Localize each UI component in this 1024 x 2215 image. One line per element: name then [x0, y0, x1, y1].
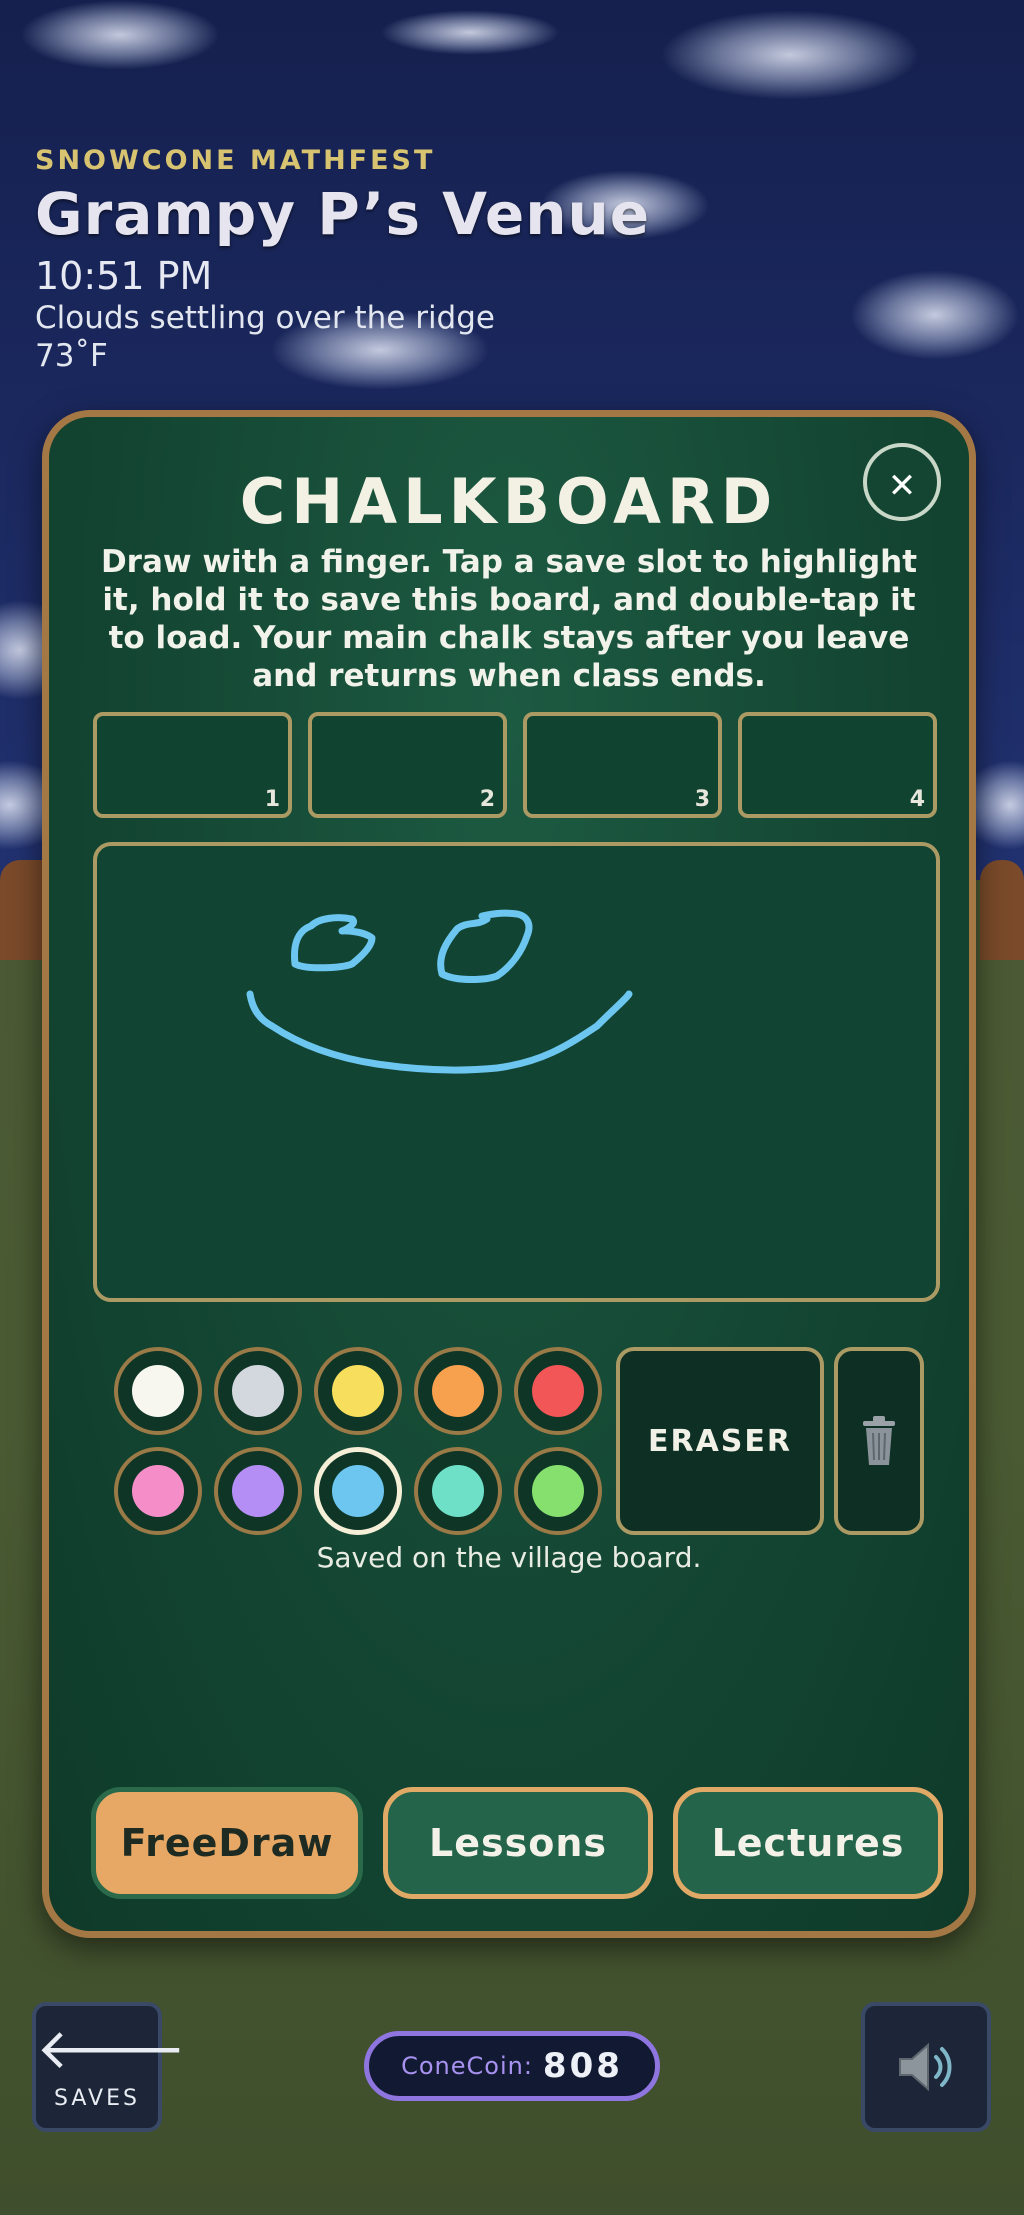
save-slot-1[interactable]: 1	[93, 712, 292, 818]
right-eye-stroke	[437, 909, 533, 983]
save-status-text: Saved on the village board.	[316, 1541, 702, 1574]
venue-name: Grampy P’s Venue	[35, 180, 651, 248]
back-label: SAVES	[54, 2086, 140, 2111]
chalk-color-yellow[interactable]	[314, 1347, 402, 1435]
close-button[interactable]: ✕	[863, 443, 941, 521]
game-time: 10:51 PM	[35, 254, 213, 298]
chalk-color-red[interactable]	[514, 1347, 602, 1435]
chalkboard-panel: CHALKBOARD ✕ Draw with a finger. Tap a s…	[42, 410, 976, 1938]
color-dot	[232, 1365, 284, 1417]
coin-value: 808	[542, 2046, 623, 2086]
eraser-label: ERASER	[647, 1423, 792, 1459]
slot-number: 4	[909, 787, 925, 812]
tab-lectures[interactable]: Lectures	[673, 1787, 943, 1899]
chalk-color-teal[interactable]	[414, 1447, 502, 1535]
cloud	[20, 0, 220, 70]
chalk-color-pink[interactable]	[114, 1447, 202, 1535]
chalk-color-green[interactable]	[514, 1447, 602, 1535]
smile-stroke	[246, 990, 633, 1074]
back-arrow-icon: 🡐	[36, 2017, 187, 2082]
slot-number: 3	[694, 787, 710, 812]
save-slot-4[interactable]: 4	[738, 712, 937, 818]
color-dot	[132, 1465, 184, 1517]
coin-label: ConeCoin:	[401, 2052, 533, 2080]
save-slot-3[interactable]: 3	[523, 712, 722, 818]
chalk-drawing	[246, 909, 633, 1074]
saves-back-button[interactable]: 🡐 SAVES	[32, 2002, 187, 2132]
event-name: SNOWCONE MATHFEST	[35, 145, 436, 176]
left-eye-stroke	[291, 914, 376, 972]
clear-board-button[interactable]	[834, 1347, 924, 1535]
tab-label: Lessons	[429, 1821, 607, 1865]
chalk-color-orange[interactable]	[414, 1347, 502, 1435]
color-dot	[432, 1365, 484, 1417]
instructions-text: Draw with a finger. Tap a save slot to h…	[100, 544, 918, 694]
color-dot	[432, 1465, 484, 1517]
close-icon: ✕	[887, 466, 917, 506]
color-dot	[532, 1465, 584, 1517]
slot-number: 2	[479, 787, 495, 812]
conecoin-balance: ConeCoin: 808	[364, 2031, 660, 2101]
cloud	[380, 10, 560, 55]
chalk-color-blue[interactable]	[314, 1447, 402, 1535]
tab-freedraw[interactable]: FreeDraw	[91, 1787, 363, 1899]
save-slot-2[interactable]: 2	[308, 712, 507, 818]
drawing-canvas[interactable]	[93, 842, 940, 1302]
sound-toggle-button[interactable]	[861, 2002, 991, 2132]
slot-number: 1	[264, 787, 280, 812]
trash-icon	[863, 1416, 895, 1465]
tab-label: FreeDraw	[120, 1821, 334, 1865]
hill	[980, 860, 1024, 960]
color-dot	[332, 1365, 384, 1417]
eraser-button[interactable]: ERASER	[616, 1347, 824, 1535]
color-dot	[532, 1365, 584, 1417]
color-dot	[132, 1365, 184, 1417]
temperature: 73˚F	[35, 338, 108, 374]
tab-lessons[interactable]: Lessons	[383, 1787, 653, 1899]
chalk-color-purple[interactable]	[214, 1447, 302, 1535]
speaker-icon	[899, 2042, 952, 2092]
weather-text: Clouds settling over the ridge	[35, 300, 495, 336]
tab-label: Lectures	[711, 1821, 905, 1865]
color-dot	[332, 1465, 384, 1517]
panel-title: CHALKBOARD	[239, 465, 779, 538]
chalk-color-white[interactable]	[114, 1347, 202, 1435]
save-slots: 1 2 3 4	[93, 712, 941, 822]
cloud	[850, 270, 1020, 360]
cloud	[660, 10, 920, 100]
location-hud: SNOWCONE MATHFEST Grampy P’s Venue 10:51…	[35, 145, 650, 374]
chalk-color-gray[interactable]	[214, 1347, 302, 1435]
color-dot	[232, 1465, 284, 1517]
